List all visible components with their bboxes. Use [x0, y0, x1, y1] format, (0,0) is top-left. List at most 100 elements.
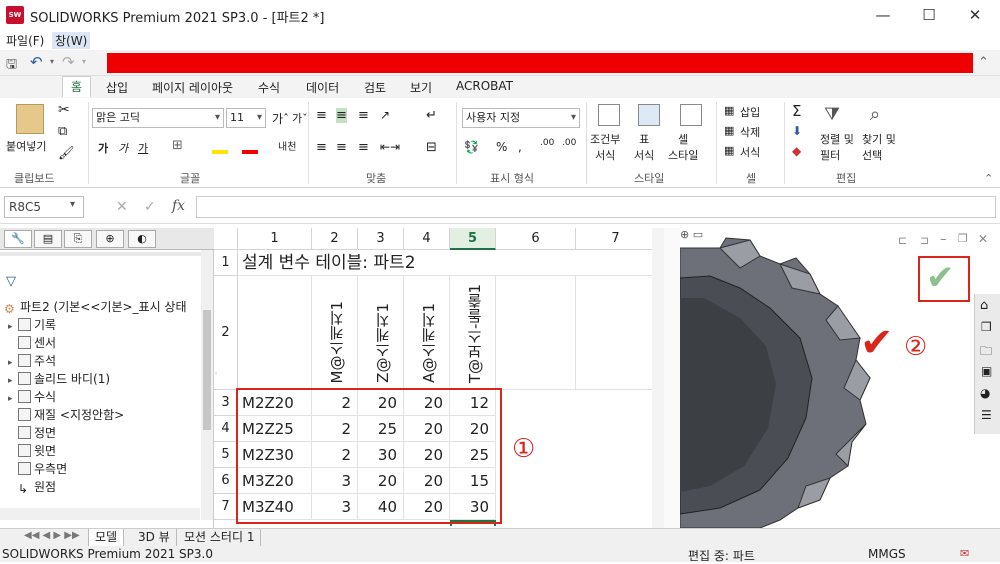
shrink-font-icon[interactable]: 가ˇ [292, 110, 308, 126]
format-as-table-button[interactable]: 표 서식 [634, 132, 654, 164]
bold-button[interactable]: 가 [98, 140, 108, 156]
home-icon[interactable]: ⌂ [980, 298, 988, 313]
format-cells-icon[interactable]: ▦ [724, 144, 734, 157]
viewport-minimize-icon[interactable]: – [940, 232, 947, 247]
align-center-icon[interactable]: ≡ [336, 140, 347, 155]
file-explorer-icon[interactable]: ▣ [981, 364, 992, 378]
phonetic-icon[interactable]: 내천 [278, 138, 296, 153]
orientation-icon[interactable]: ↗ [380, 108, 390, 122]
merge-icon[interactable]: ⊟ [426, 140, 437, 155]
underline-button[interactable]: 가 [138, 140, 148, 156]
column-header[interactable]: 3 [358, 228, 404, 250]
graphics-viewport[interactable]: ⊕ ▭ ⊏ ⊐ – ❐ ✕ ✔ ✔ ② ⌂ ❒ 🗀 ▣ ◕ ☰ [679, 228, 1000, 529]
comma-icon[interactable]: , [518, 140, 522, 154]
row-header[interactable]: 6 [214, 468, 238, 494]
column-header[interactable]: 7 [576, 228, 656, 250]
table-cell[interactable] [576, 276, 656, 390]
align-bottom-icon[interactable]: ≡ [358, 108, 369, 123]
wrap-text-icon[interactable]: ↵ [426, 108, 437, 123]
custom-properties-icon[interactable]: ☰ [981, 408, 992, 422]
align-middle-icon[interactable]: ≡ [336, 108, 347, 123]
scroll-thumb[interactable] [203, 310, 211, 430]
redo-dropdown-icon[interactable]: ▾ [82, 57, 86, 66]
font-size-combo[interactable]: 11 [226, 108, 266, 128]
number-format-combo[interactable]: 사용자 지정 [462, 108, 580, 128]
row-header[interactable]: 7 [214, 494, 238, 520]
format-painter-icon[interactable]: 🖌 [58, 146, 75, 161]
conditional-format-icon[interactable] [598, 104, 620, 126]
tree-item-material[interactable]: 재질 <지정안함> [18, 406, 124, 424]
notification-icon[interactable]: ✉ [960, 547, 969, 560]
row-header[interactable]: 5 [214, 442, 238, 468]
formula-input[interactable] [196, 196, 996, 218]
column-header[interactable]: 2 [312, 228, 358, 250]
display-manager-tab-icon[interactable]: ◐ [128, 230, 156, 248]
resources-icon[interactable]: ❒ [981, 320, 992, 334]
tree-item-right-plane[interactable]: 우측면 [18, 460, 67, 478]
column-header[interactable]: 1 [238, 228, 312, 250]
sort-filter-button[interactable]: 정렬 및 필터 [820, 132, 854, 164]
minimize-button[interactable]: — [860, 2, 906, 28]
row-header[interactable]: 3 [214, 390, 238, 416]
param-header-cell[interactable]: Z@스케치1 [358, 276, 404, 390]
tab-data[interactable]: 데이터 [306, 79, 339, 96]
paste-button[interactable]: 붙여넣기 [6, 138, 46, 154]
tree-item-sensors[interactable]: 센서 [18, 334, 56, 352]
cancel-formula-icon[interactable]: ✕ [116, 199, 128, 215]
menu-file[interactable]: 파일(F) [6, 32, 44, 49]
insert-function-icon[interactable]: fx [172, 198, 185, 214]
cut-icon[interactable]: ✂ [58, 102, 70, 118]
pane-divider[interactable] [664, 228, 680, 528]
tab-page-layout[interactable]: 페이지 레이아웃 [152, 79, 233, 96]
column-header[interactable]: 4 [404, 228, 450, 250]
tree-item-history[interactable]: ▸ 기록 [8, 316, 56, 334]
insert-cells-button[interactable]: 삽입 [740, 104, 760, 120]
design-library-icon[interactable]: 🗀 [980, 342, 992, 363]
delete-cells-button[interactable]: 삭제 [740, 124, 760, 140]
grow-font-icon[interactable]: 가ˆ [272, 110, 289, 127]
italic-button[interactable]: 가 [118, 140, 128, 156]
fill-color-icon[interactable] [212, 140, 228, 154]
tab-view[interactable]: 보기 [410, 79, 432, 96]
sort-filter-icon[interactable]: ⧩ [824, 104, 840, 125]
split-view-icon[interactable]: ⊏ [898, 234, 907, 247]
font-color-icon[interactable] [242, 140, 258, 154]
dimxpert-tab-icon[interactable]: ⊕ [96, 230, 124, 248]
appearances-icon[interactable]: ◕ [980, 386, 990, 400]
name-box-dropdown-icon[interactable]: ▾ [70, 199, 75, 210]
filter-icon[interactable]: ▽ [6, 274, 16, 289]
insert-cells-icon[interactable]: ▦ [724, 104, 734, 117]
align-top-icon[interactable]: ≡ [316, 108, 327, 123]
tree-scrollbar[interactable] [201, 250, 213, 520]
font-name-combo[interactable]: 맑은 고딕 [92, 108, 224, 128]
tree-hscrollbar[interactable] [0, 508, 200, 520]
expand-arrow-icon[interactable]: ▸ [8, 358, 18, 368]
tab-insert[interactable]: 삽입 [106, 79, 128, 96]
close-button[interactable]: ✕ [952, 2, 998, 28]
align-right-icon[interactable]: ≡ [358, 140, 369, 155]
clear-icon[interactable]: ◆ [792, 144, 801, 158]
feature-tree-tab-icon[interactable]: 🔧 [4, 230, 32, 248]
status-units[interactable]: MMGS [868, 547, 906, 561]
format-as-table-icon[interactable] [638, 104, 660, 126]
undo-icon[interactable]: ↶ [30, 53, 43, 71]
border-icon[interactable]: ⊞ [172, 138, 183, 153]
decrease-decimal-icon[interactable]: .00 [562, 138, 576, 148]
find-select-button[interactable]: 찾기 및 선택 [862, 132, 896, 164]
expand-view-icon[interactable]: ⊐ [920, 234, 929, 247]
menu-window[interactable]: 창(W) [52, 32, 91, 49]
expand-arrow-icon[interactable]: ▸ [8, 394, 18, 404]
cell-styles-button[interactable]: 셀 스타일 [668, 132, 698, 164]
ribbon-collapse-icon[interactable]: ⌃ [978, 55, 989, 70]
tab-motion-study[interactable]: 모션 스터디 1 [178, 529, 262, 546]
param-header-cell[interactable]: T@보스-돌출1 [450, 276, 496, 390]
copy-icon[interactable]: ⧉ [58, 124, 67, 139]
table-cell[interactable] [496, 276, 576, 390]
ribbon-collapse-icon[interactable]: ⌃ [984, 172, 993, 185]
accounting-icon[interactable]: 💱 [464, 140, 479, 154]
expand-arrow-icon[interactable]: ▸ [8, 322, 18, 332]
tree-item-origin[interactable]: ↳ 원점 [18, 478, 56, 496]
format-cells-button[interactable]: 서식 [740, 144, 760, 160]
tab-home[interactable]: 홈 [62, 76, 92, 97]
indent-icon[interactable]: ⇤⇥ [380, 140, 400, 154]
